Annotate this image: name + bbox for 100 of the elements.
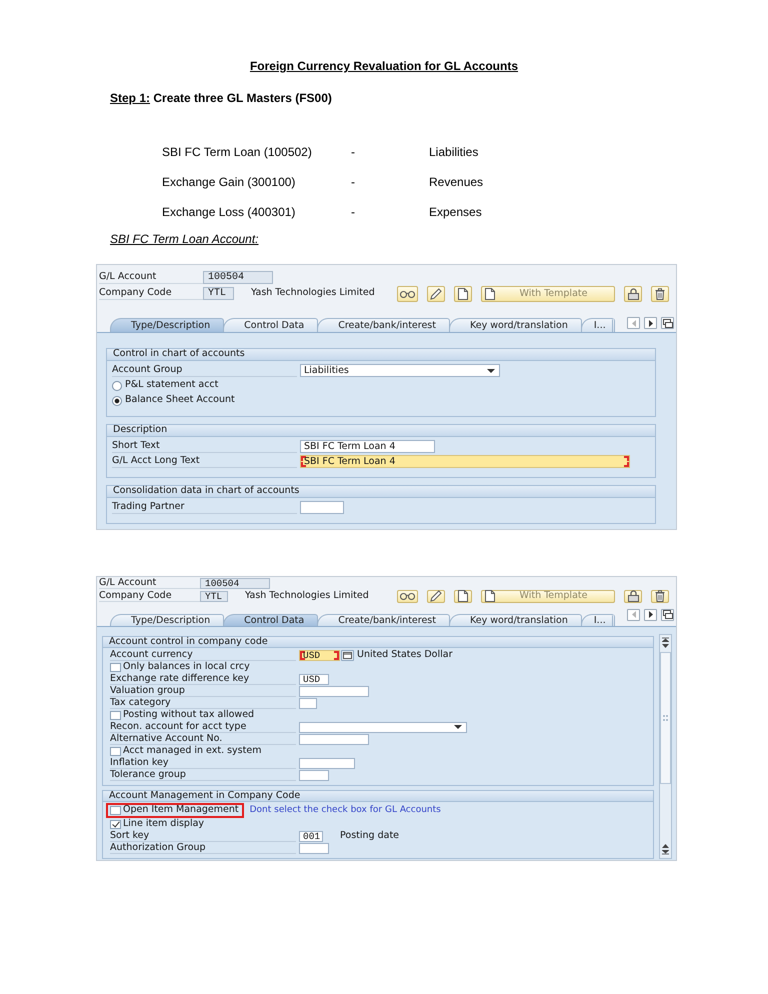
- input-field[interactable]: [299, 758, 355, 768]
- input-field[interactable]: YTL: [200, 590, 228, 602]
- input-field[interactable]: [299, 770, 329, 780]
- page-icon: [458, 288, 468, 300]
- input-field[interactable]: SBI FC Term Loan 4: [300, 440, 435, 453]
- triangle-right-icon: [648, 611, 652, 618]
- glasses-icon: [400, 592, 415, 600]
- edit-button[interactable]: [427, 590, 445, 602]
- lock-button[interactable]: [624, 590, 642, 602]
- triangle-down-icon: [662, 850, 669, 855]
- account-name: SBI FC Term Loan (100502): [162, 144, 312, 160]
- annotation-note: Dont select the check box for GL Accounts: [250, 806, 441, 816]
- input-field[interactable]: 100504: [200, 578, 270, 588]
- triangle-down-icon: [662, 644, 669, 648]
- document-title: Foreign Currency Revaluation for GL Accounts: [250, 59, 518, 73]
- create-button[interactable]: [454, 590, 472, 602]
- tab[interactable]: I...: [580, 318, 615, 332]
- tab[interactable]: Key word/translation: [448, 318, 582, 332]
- input-field[interactable]: SBI FC Term Loan 4: [300, 455, 630, 468]
- tab[interactable]: Control Data: [223, 318, 318, 332]
- radio-label: P&L statement acct: [125, 380, 218, 391]
- triangle-right-icon: [648, 320, 652, 326]
- tab[interactable]: Create/bank/interest: [317, 614, 450, 626]
- input-field[interactable]: [299, 842, 329, 854]
- dropdown-field[interactable]: [299, 722, 467, 732]
- checkbox-label: Posting without tax allowed: [123, 710, 254, 720]
- pencil-icon: [430, 590, 442, 602]
- input-field[interactable]: [299, 686, 369, 696]
- field-label: Recon. account for acct type: [110, 722, 296, 732]
- tab[interactable]: Control Data: [223, 614, 318, 626]
- scrollbar-thumb[interactable]: [660, 652, 671, 784]
- section-caption: SBI FC Term Loan Account:: [110, 232, 259, 246]
- field-description: Posting date: [340, 830, 400, 842]
- checkbox[interactable]: [110, 820, 121, 828]
- field-label: Valuation group: [110, 686, 296, 696]
- panel-title: Description: [113, 425, 168, 436]
- input-field[interactable]: 100504: [203, 271, 273, 284]
- windows-icon: [662, 610, 672, 619]
- checkbox-label: Only balances in local crcy: [123, 662, 250, 672]
- tab[interactable]: Type/Description: [110, 614, 224, 626]
- dash-separator: -: [351, 204, 355, 220]
- radio-label: Balance Sheet Account: [125, 395, 235, 406]
- delete-button[interactable]: [651, 286, 669, 302]
- account-group: Revenues: [429, 174, 484, 190]
- panel-title: Control in chart of accounts: [113, 349, 245, 360]
- dropdown-field[interactable]: Liabilities: [300, 364, 500, 377]
- caret-down-icon: [487, 368, 495, 372]
- field-label: Company Code: [99, 590, 200, 602]
- checkbox-label: Line item display: [123, 818, 204, 830]
- window-icon: [343, 652, 352, 658]
- display-button[interactable]: [397, 286, 418, 302]
- step-title: Create three GL Masters (FS00): [153, 91, 332, 105]
- input-field[interactable]: 001: [299, 830, 323, 842]
- triangle-left-icon: [632, 611, 636, 618]
- checkbox-label: Open Item Management: [123, 805, 239, 816]
- triangle-left-icon: [632, 320, 636, 326]
- checkbox-label: Acct managed in ext. system: [123, 746, 262, 756]
- lock-button[interactable]: [624, 286, 642, 302]
- scroll-right-button[interactable]: [644, 317, 657, 329]
- input-field[interactable]: YTL: [203, 287, 234, 300]
- input-field[interactable]: USD: [299, 650, 340, 660]
- windows-icon: [662, 318, 672, 328]
- field-label: Account Group: [112, 364, 297, 377]
- checkbox[interactable]: [110, 662, 121, 672]
- scrollbar-track[interactable]: [659, 634, 672, 859]
- page-icon: [458, 590, 468, 602]
- step-label: Step 1:: [110, 91, 150, 105]
- account-group: Expenses: [429, 204, 482, 220]
- field-label: Tolerance group: [110, 770, 296, 780]
- tab-list-button[interactable]: [661, 608, 674, 620]
- tab[interactable]: Create/bank/interest: [317, 318, 450, 332]
- field-label: Inflation key: [110, 758, 296, 768]
- delete-button[interactable]: [651, 590, 669, 602]
- field-label: Short Text: [112, 440, 297, 453]
- create-button[interactable]: [454, 286, 472, 302]
- edit-button[interactable]: [427, 286, 445, 302]
- tab[interactable]: I...: [580, 614, 615, 626]
- radio-button[interactable]: [112, 380, 122, 390]
- account-group: Liabilities: [429, 144, 478, 160]
- checkbox[interactable]: [110, 806, 121, 815]
- checkbox[interactable]: [110, 710, 121, 720]
- tab[interactable]: Key word/translation: [448, 614, 582, 626]
- scroll-right-button[interactable]: [644, 608, 657, 620]
- pencil-icon: [430, 288, 442, 300]
- input-field[interactable]: [300, 501, 344, 514]
- checkbox[interactable]: [110, 746, 121, 756]
- page-icon: [485, 288, 495, 300]
- input-field[interactable]: [299, 698, 317, 708]
- value-help-button[interactable]: [341, 650, 354, 660]
- tab[interactable]: Type/Description: [110, 318, 224, 332]
- tab-list-button[interactable]: [661, 317, 674, 329]
- radio-button[interactable]: [112, 396, 122, 406]
- panel-title: Account control in company code: [109, 636, 268, 648]
- field-label: Tax category: [110, 698, 296, 708]
- page-icon: [485, 590, 495, 602]
- input-field[interactable]: [299, 734, 369, 744]
- input-field[interactable]: USD: [299, 674, 329, 684]
- trash-icon: [655, 288, 665, 300]
- display-button[interactable]: [397, 590, 418, 602]
- field-label: G/L Account: [99, 578, 200, 588]
